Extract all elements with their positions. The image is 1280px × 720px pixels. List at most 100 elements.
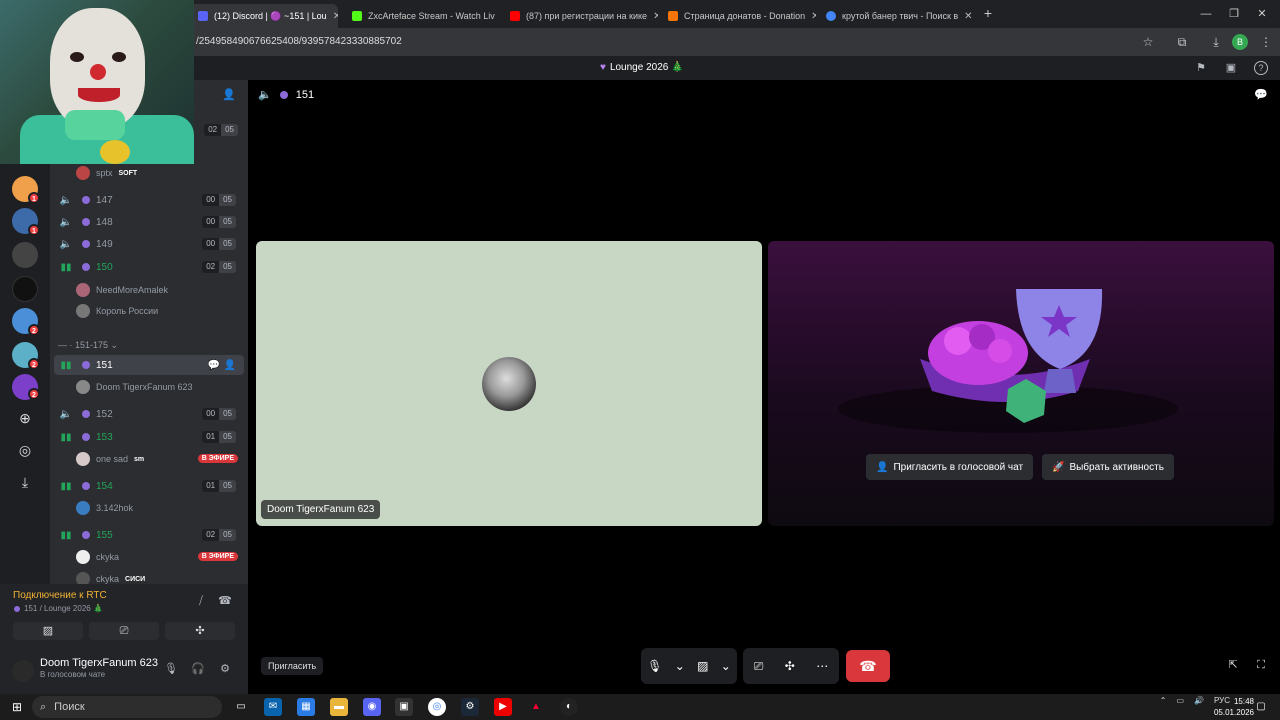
app-icon[interactable]: ✉ <box>264 698 282 716</box>
disconnect-icon[interactable]: ☎ <box>218 594 232 608</box>
tab-kick[interactable]: ZxcArteface Stream - Watch Liv ✕ <box>344 4 500 28</box>
voice-user[interactable]: 3.142hok <box>76 498 133 518</box>
youtube-icon[interactable]: ▶ <box>494 698 512 716</box>
voice-channel-152[interactable]: 🔈 152 00 05 <box>54 404 244 424</box>
download-icon[interactable]: ⤓ <box>1208 34 1224 50</box>
fullscreen-icon[interactable]: ⛶ <box>1254 658 1268 672</box>
microphone-icon[interactable]: 🎙 <box>647 659 662 673</box>
tab-donation[interactable]: Страница донатов - Donation ✕ <box>660 4 816 28</box>
task-view-icon[interactable]: ▭ <box>232 698 250 716</box>
headphones-icon[interactable]: 🎧 <box>191 662 205 676</box>
voice-channel-149[interactable]: 🔈 149 00 05 <box>54 234 244 254</box>
avatar[interactable] <box>12 660 34 682</box>
close-tab-icon[interactable]: ✕ <box>653 11 658 22</box>
profile-avatar[interactable]: B <box>1232 34 1248 50</box>
steam-icon[interactable]: ⚙ <box>461 698 479 716</box>
camera-off-button[interactable]: ▨ <box>13 622 83 640</box>
rtc-subtitle[interactable]: 151 / Lounge 2026 🎄 <box>14 604 103 613</box>
discord-icon[interactable]: ◉ <box>363 698 381 716</box>
terminal-icon[interactable]: ▣ <box>395 698 413 716</box>
chat-bubble-icon[interactable]: 💬 <box>1254 88 1268 102</box>
activity-tile <box>768 241 1274 526</box>
url-field[interactable]: /254958490676625408/939578423330885702 <box>196 36 402 47</box>
tab-label: крутой банер твич - Поиск в <box>842 11 959 21</box>
discover-icon[interactable]: ◎ <box>14 439 36 461</box>
chevron-down-icon[interactable]: ⌄ <box>675 659 685 673</box>
live-badge: В ЭФИРЕ <box>197 454 238 463</box>
tab-discord[interactable]: (12) Discord | 🟣 ~151 | Lou ✕ <box>190 4 338 28</box>
restore-icon[interactable]: ❐ <box>1226 6 1242 22</box>
voice-user[interactable]: sptx SOFT <box>76 163 137 183</box>
popout-icon[interactable]: ⇱ <box>1226 658 1240 672</box>
tab-youtube[interactable]: (87) при регистрации на кике ✕ <box>502 4 658 28</box>
close-tab-icon[interactable]: ✕ <box>333 11 338 22</box>
obs-icon[interactable]: ◐ <box>560 698 578 716</box>
tab-google-search[interactable]: крутой банер твич - Поиск в ✕ <box>818 4 974 28</box>
minimize-icon[interactable]: — <box>1198 6 1214 22</box>
new-tab-button[interactable]: + <box>980 5 996 21</box>
microphone-icon[interactable]: 🎙 <box>164 662 178 676</box>
app-icon[interactable]: ▲ <box>527 698 545 716</box>
taskbar-search[interactable]: ⌕ Поиск <box>32 696 222 718</box>
tab-label: (87) при регистрации на кике <box>526 11 648 21</box>
voice-user[interactable]: Doom TigerxFanum 623 <box>76 377 193 397</box>
voice-activity-icon: ▮▮ <box>60 480 72 492</box>
voice-channel-148[interactable]: 🔈 148 00 05 <box>54 212 244 232</box>
username[interactable]: Doom TigerxFanum 623 <box>40 657 158 669</box>
help-icon[interactable]: ? <box>1254 61 1268 75</box>
bookmark-star-icon[interactable]: ☆ <box>1140 34 1156 50</box>
screen-share-button[interactable]: ⎚ <box>89 622 159 640</box>
windows-start-icon[interactable]: ⊞ <box>8 698 26 716</box>
add-server-icon[interactable]: ⊕ <box>14 407 36 429</box>
server-icon[interactable] <box>12 276 38 302</box>
disconnect-button[interactable]: ☎ <box>846 650 890 682</box>
voice-user[interactable]: Король России <box>76 301 158 321</box>
add-friend-icon[interactable]: 👤 <box>222 88 236 102</box>
activities-button[interactable]: ✣ <box>165 622 235 640</box>
heart-icon: ♥ <box>600 62 606 73</box>
notification-badge: 2 <box>28 388 40 400</box>
voice-channel-154[interactable]: ▮▮ 154 01 05 <box>54 476 244 496</box>
file-explorer-icon[interactable]: ▬ <box>330 698 348 716</box>
flag-icon[interactable]: ⚑ <box>1194 61 1208 75</box>
choose-activity-button[interactable]: 🚀 Выбрать активность <box>1042 454 1174 480</box>
voice-user[interactable]: NeedMoreAmalek <box>76 280 168 300</box>
menu-kebab-icon[interactable]: ⋮ <box>1258 34 1274 50</box>
chat-bubble-icon[interactable]: 💬 <box>208 360 220 371</box>
invite-icon[interactable]: 👤 <box>224 360 236 371</box>
more-icon[interactable]: ⋯ <box>816 659 828 673</box>
notifications-icon[interactable]: ▢ <box>1252 698 1270 716</box>
voice-channel-150[interactable]: ▮▮ 150 02 05 <box>54 257 244 277</box>
avatar <box>76 166 90 180</box>
chrome-icon[interactable]: ◎ <box>428 698 446 716</box>
extensions-icon[interactable]: ⧉ <box>1174 34 1190 50</box>
volume-icon[interactable]: 🔊 <box>1194 696 1204 705</box>
download-apps-icon[interactable]: ⤓ <box>14 471 36 493</box>
voice-channel-155[interactable]: ▮▮ 155 02 05 <box>54 525 244 545</box>
chevron-down-icon[interactable]: ⌄ <box>721 659 731 673</box>
avatar <box>76 501 90 515</box>
category-header[interactable]: — · 151-175 ⌄ <box>58 340 118 351</box>
screen-share-icon[interactable]: ⎚ <box>754 659 764 674</box>
chevron-up-icon[interactable]: ⌃ <box>1160 696 1167 705</box>
camera-off-icon[interactable]: ▨ <box>697 659 708 673</box>
close-tab-icon[interactable]: ✕ <box>964 11 972 22</box>
voice-channel-147[interactable]: 🔈 147 00 05 <box>54 190 244 210</box>
noise-suppression-icon[interactable]: ⧸ <box>194 594 208 608</box>
store-icon[interactable]: ▦ <box>297 698 315 716</box>
invite-button[interactable]: Пригласить <box>261 657 324 675</box>
close-tab-icon[interactable]: ✕ <box>811 11 816 22</box>
activities-icon[interactable]: ✣ <box>785 659 795 673</box>
server-icon[interactable] <box>12 242 38 268</box>
rtc-status[interactable]: Подключение к RTC <box>13 590 107 601</box>
network-icon[interactable]: ▭ <box>1176 696 1184 705</box>
clock[interactable]: 15:48 05.01.2026 <box>1214 696 1254 718</box>
inbox-icon[interactable]: ▣ <box>1224 61 1238 75</box>
invite-voice-button[interactable]: 👤 Пригласить в голосовой чат <box>866 454 1034 480</box>
voice-channel-151[interactable]: ▮▮ 151 💬 👤 <box>54 355 244 375</box>
voice-user[interactable]: ckyka <box>76 547 119 567</box>
voice-user[interactable]: ckyka СИСИ <box>76 569 145 584</box>
close-window-icon[interactable]: ✕ <box>1254 6 1270 22</box>
voice-channel-153[interactable]: ▮▮ 153 01 05 <box>54 427 244 447</box>
settings-gear-icon[interactable]: ⚙ <box>218 662 232 676</box>
